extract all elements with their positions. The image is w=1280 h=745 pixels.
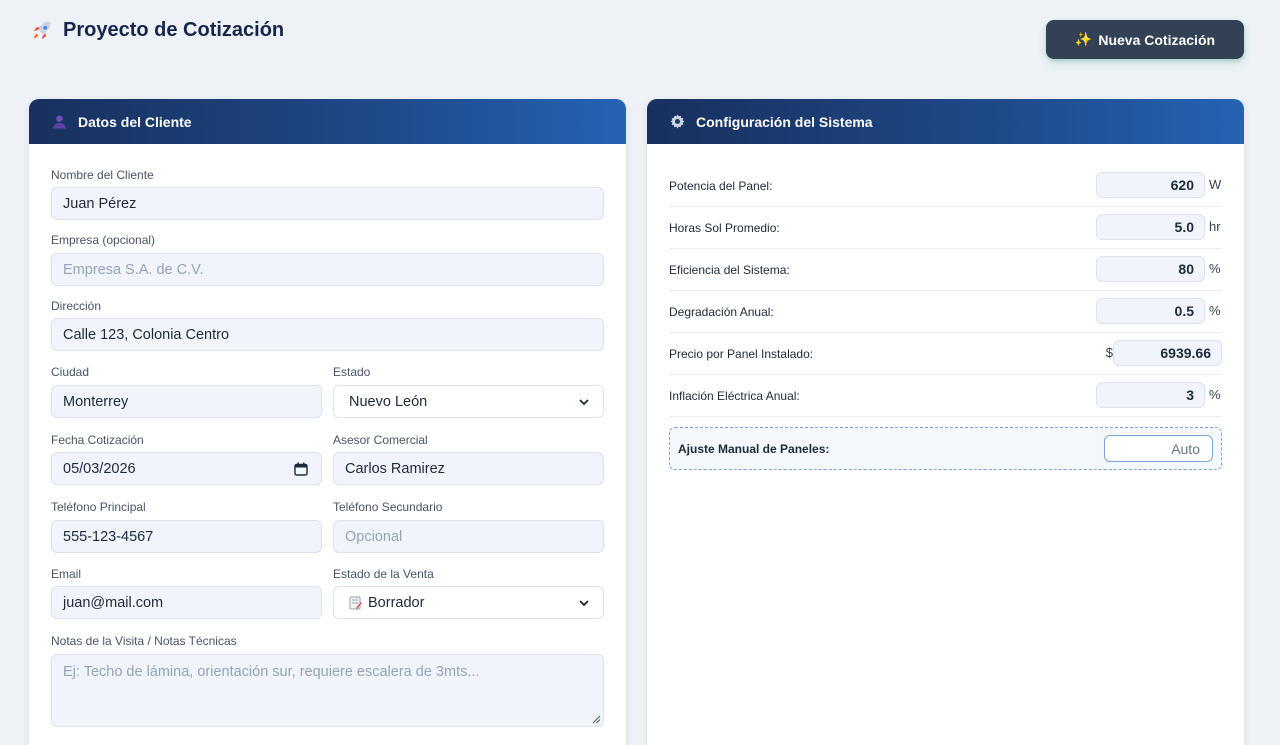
manual-panels-box: Ajuste Manual de Paneles: Auto: [669, 427, 1222, 470]
degradacion-value: 0.5: [1174, 303, 1194, 319]
config-label: Precio por Panel Instalado:: [669, 347, 814, 361]
client-card-title: Datos del Cliente: [78, 113, 192, 130]
tel1-label: Teléfono Principal: [51, 500, 146, 514]
config-row-potencia: Potencia del Panel: 620 W: [669, 165, 1222, 207]
ciudad-value: Monterrey: [63, 393, 129, 410]
eficiencia-value: 80: [1178, 261, 1194, 277]
notas-textarea[interactable]: Ej: Techo de lámina, orientación sur, re…: [51, 654, 604, 727]
manual-panels-input[interactable]: Auto: [1104, 435, 1213, 462]
estado-value: Nuevo León: [349, 393, 428, 410]
config-label: Horas Sol Promedio:: [669, 221, 780, 235]
config-label: Potencia del Panel:: [669, 179, 773, 193]
memo-icon: [349, 596, 362, 609]
unit-label: %: [1209, 261, 1221, 276]
sparkles-icon: ✨: [1074, 31, 1093, 47]
inflacion-input[interactable]: 3: [1096, 382, 1205, 408]
email-label: Email: [51, 567, 82, 581]
manual-panels-placeholder: Auto: [1171, 440, 1200, 457]
rocket-icon: [33, 21, 51, 39]
ciudad-label: Ciudad: [51, 365, 90, 379]
empresa-label: Empresa (opcional): [51, 233, 156, 247]
estado-venta-select[interactable]: Borrador: [333, 586, 604, 619]
estado-venta-display: Borrador: [349, 595, 424, 611]
tel2-input[interactable]: Opcional: [333, 520, 604, 553]
estado-venta-value: Borrador: [368, 594, 425, 611]
config-row-precio-panel: Precio por Panel Instalado: $ 6939.66: [669, 333, 1222, 375]
fecha-value: 05/03/2026: [63, 460, 136, 477]
unit-label: W: [1209, 177, 1222, 192]
degradacion-input[interactable]: 0.5: [1096, 298, 1205, 324]
fecha-label: Fecha Cotización: [51, 433, 144, 447]
new-quote-label: Nueva Cotización: [1098, 31, 1216, 48]
config-row-inflacion: Inflación Eléctrica Anual: 3 %: [669, 375, 1222, 417]
notas-label: Notas de la Visita / Notas Técnicas: [51, 634, 237, 648]
config-label: Degradación Anual:: [669, 305, 774, 319]
empresa-placeholder: Empresa S.A. de C.V.: [63, 261, 204, 278]
system-card-title: Configuración del Sistema: [696, 113, 873, 130]
notas-placeholder: Ej: Techo de lámina, orientación sur, re…: [63, 664, 480, 680]
client-card-header: Datos del Cliente: [29, 99, 626, 144]
resize-handle-icon[interactable]: [592, 715, 601, 724]
email-input[interactable]: juan@mail.com: [51, 586, 322, 619]
asesor-label: Asesor Comercial: [333, 433, 428, 447]
top-bar: Proyecto de Cotización ✨ Nueva Cotizació…: [0, 0, 1280, 90]
horas-sol-value: 5.0: [1174, 219, 1194, 235]
chevron-down-icon: [579, 599, 589, 606]
email-value: juan@mail.com: [63, 594, 164, 611]
precio-panel-value: 6939.66: [1160, 345, 1211, 361]
estado-select[interactable]: Nuevo León: [333, 385, 604, 418]
currency-prefix: $: [1105, 345, 1113, 360]
direccion-input[interactable]: Calle 123, Colonia Centro: [51, 318, 604, 351]
chevron-down-icon: [579, 398, 589, 405]
tel1-value: 555-123-4567: [63, 528, 154, 545]
estado-venta-label: Estado de la Venta: [333, 567, 434, 581]
asesor-value: Carlos Ramirez: [345, 460, 445, 477]
direccion-value: Calle 123, Colonia Centro: [63, 326, 230, 343]
config-row-horas-sol: Horas Sol Promedio: 5.0 hr: [669, 207, 1222, 249]
page-title: Proyecto de Cotización: [31, 19, 284, 42]
config-label: Eficiencia del Sistema:: [669, 263, 790, 277]
ciudad-input[interactable]: Monterrey: [51, 385, 322, 418]
config-label: Inflación Eléctrica Anual:: [669, 389, 800, 403]
calendar-icon[interactable]: [294, 462, 308, 476]
eficiencia-input[interactable]: 80: [1096, 256, 1205, 282]
horas-sol-input[interactable]: 5.0: [1096, 214, 1205, 240]
direccion-label: Dirección: [51, 299, 102, 313]
system-config-card: Configuración del Sistema Potencia del P…: [647, 99, 1244, 745]
unit-label: %: [1209, 387, 1221, 402]
app-title-text: Proyecto de Cotización: [63, 19, 285, 41]
potencia-input[interactable]: 620: [1096, 172, 1205, 198]
tel1-input[interactable]: 555-123-4567: [51, 520, 322, 553]
empresa-input[interactable]: Empresa S.A. de C.V.: [51, 253, 604, 286]
config-row-degradacion: Degradación Anual: 0.5 %: [669, 291, 1222, 333]
estado-label: Estado: [333, 365, 371, 379]
precio-panel-input[interactable]: 6939.66: [1113, 340, 1222, 366]
new-quote-button[interactable]: ✨ Nueva Cotización: [1046, 20, 1244, 59]
fecha-input[interactable]: 05/03/2026: [51, 452, 322, 485]
nombre-value: Juan Pérez: [63, 195, 137, 212]
user-icon: [53, 115, 66, 129]
gear-icon: [670, 114, 685, 129]
unit-label: hr: [1209, 219, 1221, 234]
nombre-input[interactable]: Juan Pérez: [51, 187, 604, 220]
tel2-placeholder: Opcional: [345, 528, 403, 545]
config-row-eficiencia: Eficiencia del Sistema: 80 %: [669, 249, 1222, 291]
system-card-header: Configuración del Sistema: [647, 99, 1244, 144]
inflacion-value: 3: [1186, 387, 1194, 403]
unit-label: %: [1209, 303, 1221, 318]
tel2-label: Teléfono Secundario: [333, 500, 443, 514]
potencia-value: 620: [1170, 177, 1194, 193]
client-data-card: Datos del Cliente Nombre del Cliente Jua…: [29, 99, 626, 745]
manual-panels-label: Ajuste Manual de Paneles:: [678, 442, 830, 456]
nombre-label: Nombre del Cliente: [51, 168, 154, 182]
asesor-input[interactable]: Carlos Ramirez: [333, 452, 604, 485]
